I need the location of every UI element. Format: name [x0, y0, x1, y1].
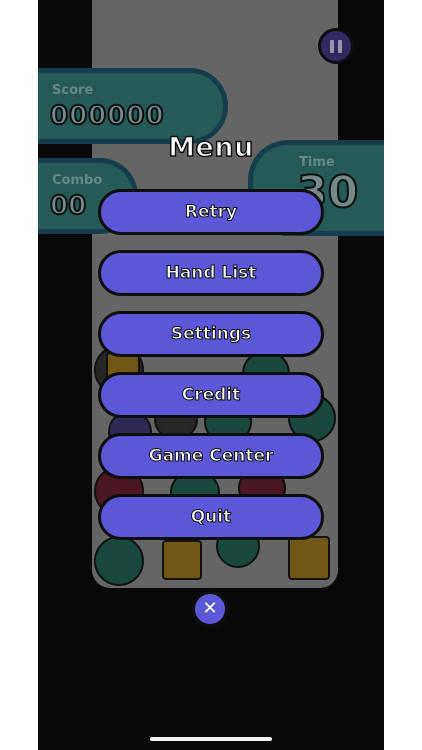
credit-button[interactable]: Credit: [98, 372, 324, 418]
game-screen: Score 000000 Combo 00 Time 30 Menu Retry…: [38, 0, 384, 750]
hand-list-button[interactable]: Hand List: [98, 250, 324, 296]
menu-list: Retry Hand List Settings Credit Game Cen…: [98, 189, 324, 555]
close-icon: ✕: [202, 598, 218, 619]
close-button[interactable]: ✕: [192, 591, 228, 627]
game-center-button[interactable]: Game Center: [98, 433, 324, 479]
quit-button[interactable]: Quit: [98, 494, 324, 540]
home-indicator[interactable]: [150, 737, 272, 741]
menu-title: Menu: [167, 131, 254, 164]
retry-button[interactable]: Retry: [98, 189, 324, 235]
settings-button[interactable]: Settings: [98, 311, 324, 357]
